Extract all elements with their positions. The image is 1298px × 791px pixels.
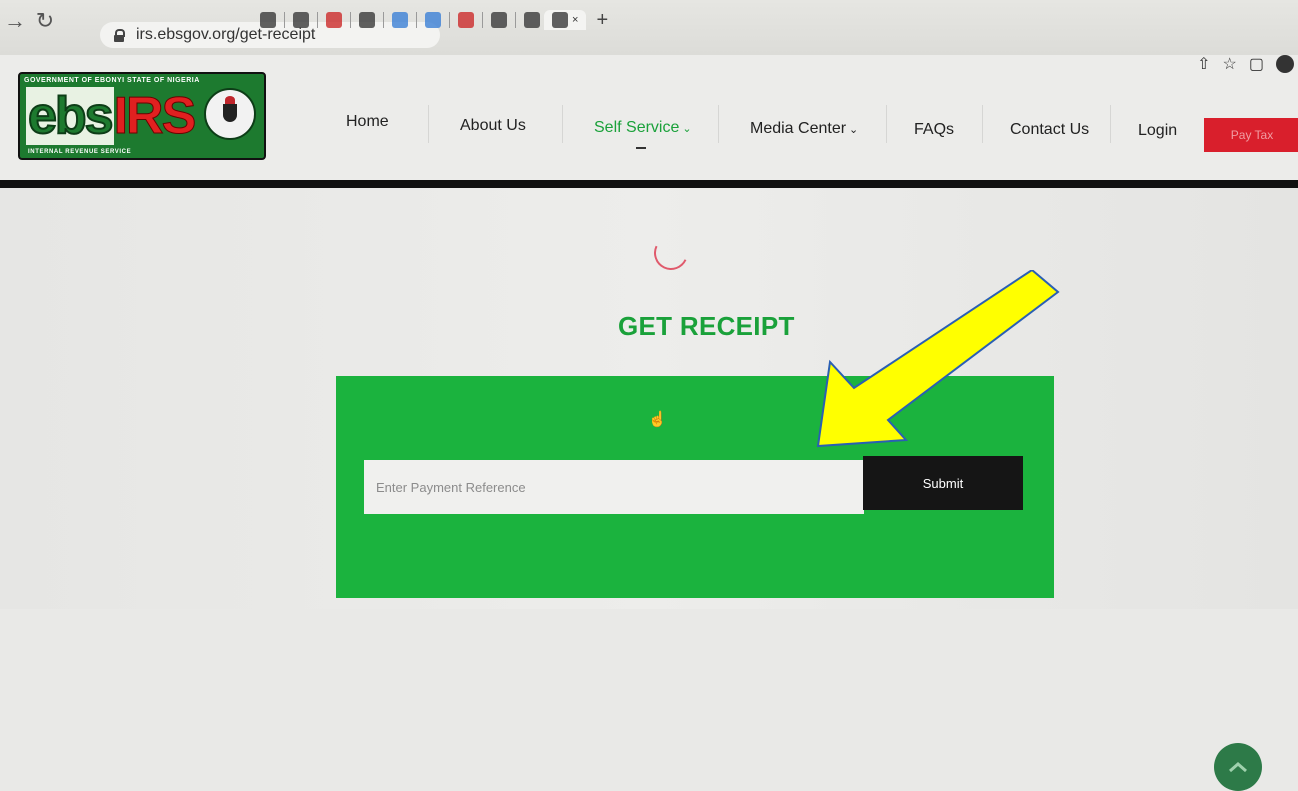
active-tab-favicon-icon: [552, 12, 568, 28]
header-divider: [0, 180, 1298, 188]
sidebar-icon[interactable]: ▢: [1249, 54, 1264, 74]
bookmark-star-icon[interactable]: ☆: [1223, 54, 1237, 74]
main-nav: Home About Us Self Service ⌄ Media Center…: [0, 55, 1298, 180]
main-content: GET RECEIPT ☝ Submit: [0, 188, 1298, 791]
forward-arrow-icon[interactable]: →: [0, 8, 30, 34]
nav-login[interactable]: Login: [1138, 122, 1177, 140]
nav-contact-us[interactable]: Contact Us: [1010, 121, 1089, 139]
annotation-arrow-icon: [816, 270, 1060, 448]
nav-divider: [1110, 105, 1111, 143]
tab-mail-icon[interactable]: [458, 12, 474, 28]
tab-close-icon[interactable]: ×: [572, 14, 578, 26]
chevron-up-icon: [1229, 762, 1247, 773]
tab-photo-icon[interactable]: [392, 12, 408, 28]
nav-about-us[interactable]: About Us: [460, 117, 526, 135]
new-tab-button[interactable]: +: [596, 9, 608, 32]
tab-divider: [515, 12, 516, 28]
tab-divider: [482, 12, 483, 28]
nav-self-service-label: Self Service: [594, 119, 680, 136]
browser-extension-icons: ⇧ ☆ ▢: [1197, 54, 1294, 74]
tab-github-icon[interactable]: [524, 12, 540, 28]
tab-github-icon[interactable]: [359, 12, 375, 28]
lock-icon: [114, 29, 125, 42]
profile-avatar[interactable]: [1276, 55, 1294, 73]
page-title: GET RECEIPT: [618, 311, 795, 341]
nav-divider: [718, 105, 719, 143]
pay-tax-button[interactable]: Pay Tax: [1204, 118, 1298, 152]
tab-strip: × +: [250, 0, 1298, 40]
tab-divider: [350, 12, 351, 28]
nav-divider: [428, 105, 429, 143]
chevron-down-icon: ⌄: [682, 123, 692, 135]
nav-divider: [982, 105, 983, 143]
tab-mail-icon[interactable]: [326, 12, 342, 28]
tab-divider: [284, 12, 285, 28]
tab-divider: [317, 12, 318, 28]
tab-divider: [449, 12, 450, 28]
nav-home[interactable]: Home: [346, 113, 389, 131]
nav-self-service[interactable]: Self Service ⌄: [594, 119, 692, 137]
payment-reference-input[interactable]: [364, 460, 864, 514]
active-tab[interactable]: ×: [544, 10, 587, 30]
tab-github-icon[interactable]: [260, 12, 276, 28]
nav-faqs[interactable]: FAQs: [914, 121, 954, 139]
nav-divider: [562, 105, 563, 143]
scroll-to-top-button[interactable]: [1214, 743, 1262, 791]
tab-divider: [416, 12, 417, 28]
hand-cursor-icon: ☝: [648, 411, 667, 428]
nav-divider: [886, 105, 887, 143]
tab-github-icon[interactable]: [491, 12, 507, 28]
tab-google-icon[interactable]: [425, 12, 441, 28]
browser-toolbar: → ↻ irs.ebsgov.org/get-receipt × +: [0, 0, 1298, 55]
tab-divider: [383, 12, 384, 28]
nav-media-center[interactable]: Media Center ⌄: [750, 120, 858, 138]
loading-spinner-icon: [649, 231, 693, 275]
share-icon[interactable]: ⇧: [1197, 54, 1210, 74]
browser-nav-buttons: → ↻: [0, 8, 60, 34]
nav-media-center-label: Media Center: [750, 120, 847, 137]
submit-button[interactable]: Submit: [863, 456, 1023, 510]
tab-github-icon[interactable]: [293, 12, 309, 28]
reload-icon[interactable]: ↻: [30, 8, 60, 34]
active-nav-indicator: [636, 147, 646, 149]
chevron-down-icon: ⌄: [849, 124, 859, 136]
site-header: GOVERNMENT OF EBONYI STATE OF NIGERIA eb…: [0, 55, 1298, 180]
